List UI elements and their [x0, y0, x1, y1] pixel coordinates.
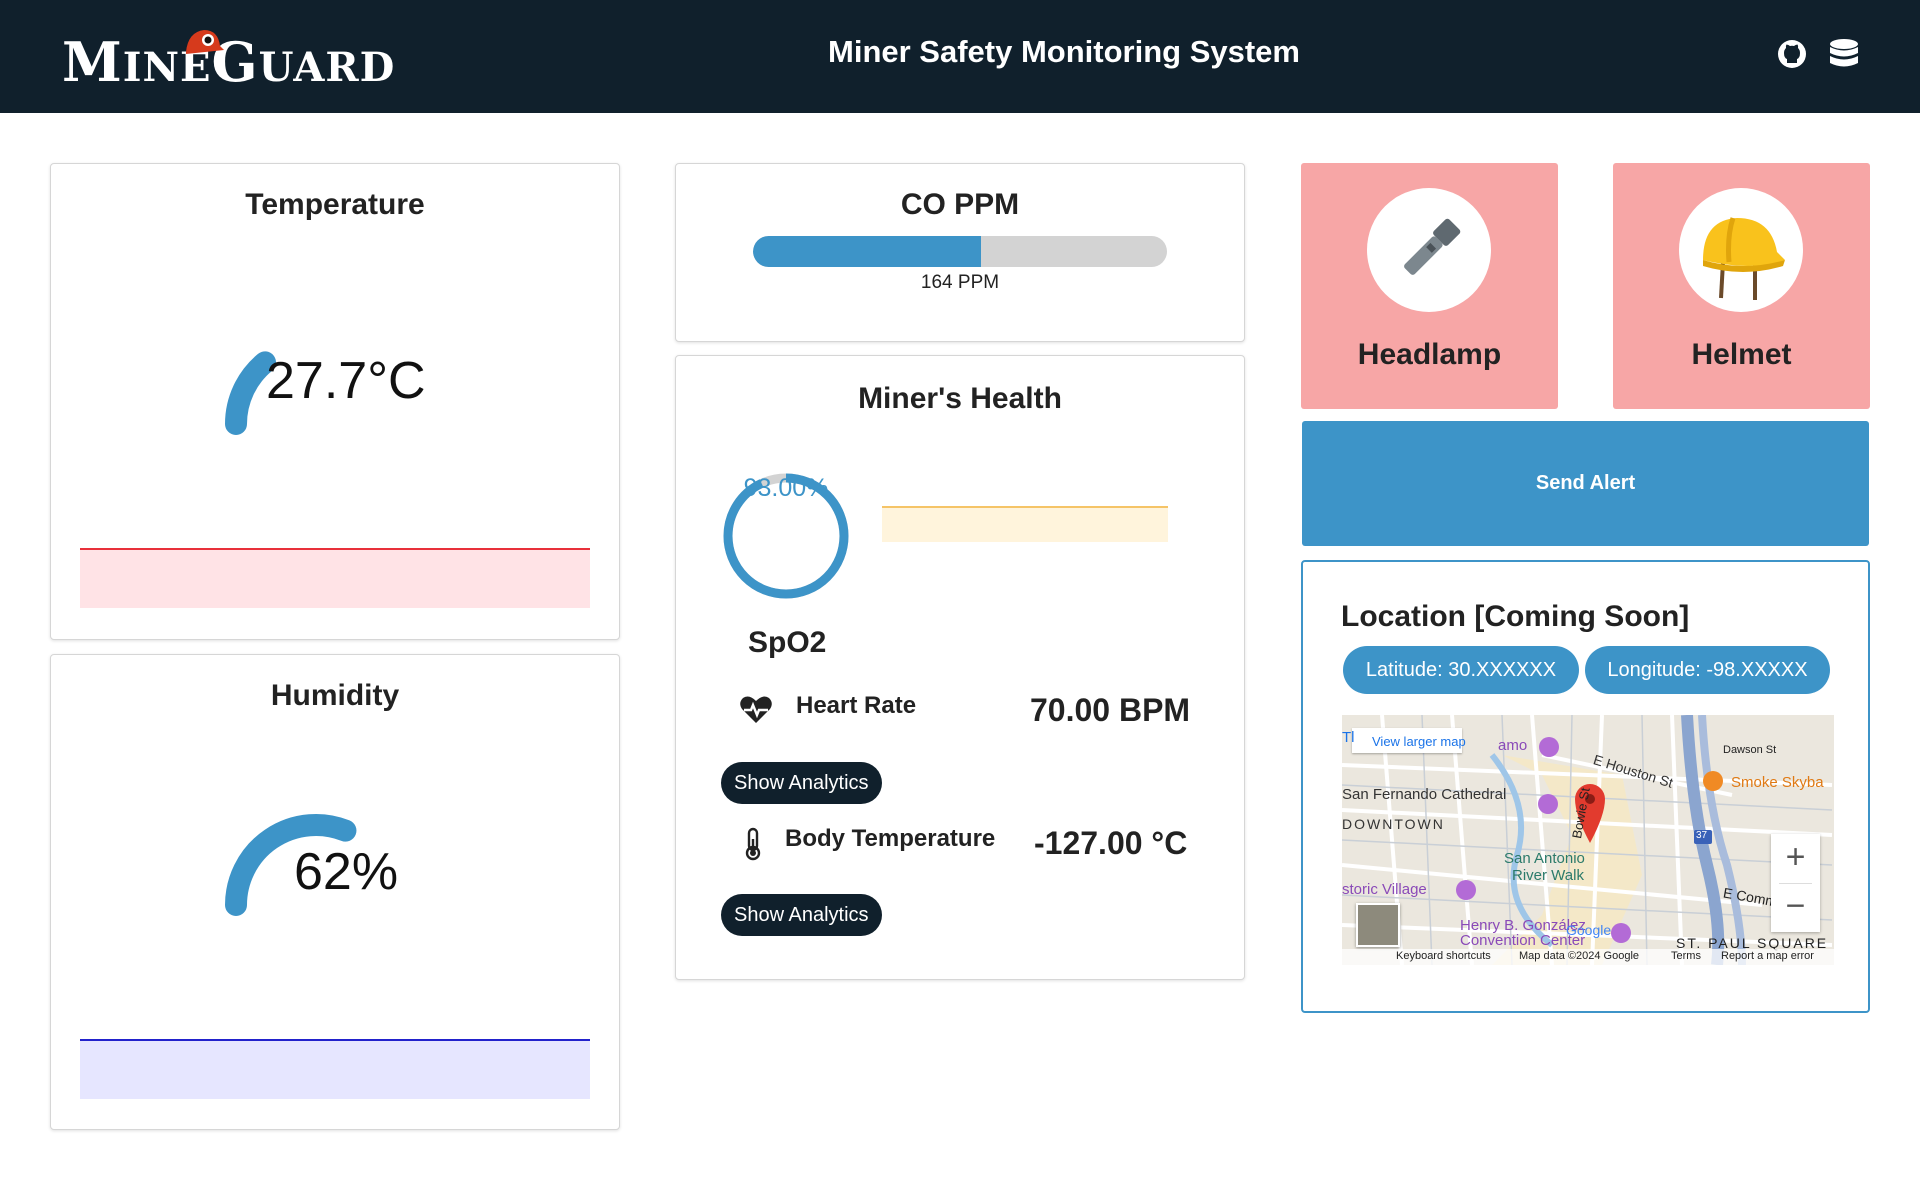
top-header: MINEGUARD Miner Safety Monitoring System — [0, 0, 1920, 113]
heart-rate-icon — [740, 696, 772, 723]
map-terms-link[interactable]: Terms — [1671, 950, 1701, 962]
gauge-arc — [225, 351, 277, 435]
miners-health-card: Miner's Health 93.00% SpO2 Heart Rate 70… — [675, 355, 1245, 980]
map-cathedral-label: San Fernando Cathedral — [1342, 786, 1507, 803]
map-poi-label: amo — [1498, 737, 1528, 754]
heart-rate-label: Heart Rate — [796, 692, 917, 719]
location-title: Location [Coming Soon] — [1341, 600, 1690, 633]
google-logo: Google — [1566, 922, 1612, 938]
database-icon[interactable] — [1829, 38, 1859, 72]
send-alert-button[interactable]: Send Alert — [1302, 421, 1869, 546]
latitude-badge: Latitude: 30.XXXXXX — [1343, 646, 1579, 694]
humidity-threshold-band — [80, 1041, 590, 1099]
temperature-value: 27.7°C — [266, 352, 426, 410]
keyboard-shortcuts-link[interactable]: Keyboard shortcuts — [1396, 950, 1491, 962]
map-riverwalk-label-2: River Walk — [1512, 867, 1584, 884]
helmet-tile[interactable]: Helmet — [1613, 163, 1870, 409]
map-data-attribution: Map data ©2024 Google — [1519, 950, 1640, 962]
heart-rate-show-analytics-button[interactable]: Show Analytics — [721, 762, 882, 804]
zoom-in-button[interactable]: + — [1771, 834, 1820, 883]
map-downtown-label: DOWNTOWN — [1342, 816, 1445, 832]
co-ppm-progress-bar — [753, 236, 1167, 267]
map-village-label: storic Village — [1342, 881, 1427, 898]
view-larger-map-link[interactable]: View larger map — [1372, 734, 1466, 749]
spo2-value: 93.00% — [743, 474, 829, 502]
humidity-value: 62% — [294, 843, 399, 901]
location-map[interactable]: Tl View larger map amo San Fernando Cath… — [1342, 715, 1834, 965]
thermometer-icon — [745, 827, 761, 861]
helmet-label: Helmet — [1691, 338, 1792, 371]
map-riverwalk-label-1: San Antonio — [1504, 850, 1585, 867]
co-ppm-value: 164 PPM — [920, 272, 1000, 293]
helmet-icon-circle — [1679, 188, 1803, 312]
report-map-error-link[interactable]: Report a map error — [1721, 950, 1814, 962]
headlamp-icon — [1404, 218, 1461, 275]
headlamp-label: Headlamp — [1357, 338, 1502, 371]
longitude-badge: Longitude: -98.XXXXX — [1585, 646, 1830, 694]
humidity-card: Humidity 62% — [50, 654, 620, 1130]
map-partial-label: Tl — [1342, 729, 1355, 746]
map-smoke-label: Smoke Skyba — [1731, 774, 1824, 791]
co-ppm-title: CO PPM — [900, 188, 1020, 221]
map-dawson-street-label: Dawson St — [1723, 744, 1777, 756]
spo2-label: SpO2 — [748, 626, 827, 659]
heart-rate-value: 70.00 BPM — [1030, 692, 1191, 728]
body-temperature-show-analytics-button[interactable]: Show Analytics — [721, 894, 882, 936]
location-card: Location [Coming Soon] Latitude: 30.XXXX… — [1301, 560, 1870, 1013]
co-ppm-card: CO PPM 164 PPM — [675, 163, 1245, 342]
temperature-card: Temperature 27.7°C — [50, 163, 620, 640]
headlamp-tile[interactable]: Headlamp — [1301, 163, 1558, 409]
map-zoom-controls: + − — [1771, 834, 1820, 932]
co-ppm-progress-fill — [753, 236, 981, 267]
miners-health-title: Miner's Health — [858, 382, 1062, 415]
helmet-icon — [1703, 217, 1785, 300]
zoom-out-button[interactable]: − — [1771, 883, 1820, 932]
headlamp-icon-circle — [1367, 188, 1491, 312]
github-icon[interactable] — [1776, 38, 1808, 70]
body-temperature-label: Body Temperature — [785, 825, 996, 852]
temperature-title: Temperature — [245, 188, 425, 221]
humidity-title: Humidity — [270, 679, 400, 712]
map-interstate-label: 37 — [1696, 830, 1708, 841]
body-temperature-value: -127.00 °C — [1034, 825, 1188, 861]
page-title: Miner Safety Monitoring System — [828, 34, 1300, 69]
temperature-threshold-band — [80, 550, 590, 608]
satellite-toggle-thumbnail[interactable] — [1356, 903, 1400, 947]
spo2-threshold-band — [882, 508, 1168, 542]
